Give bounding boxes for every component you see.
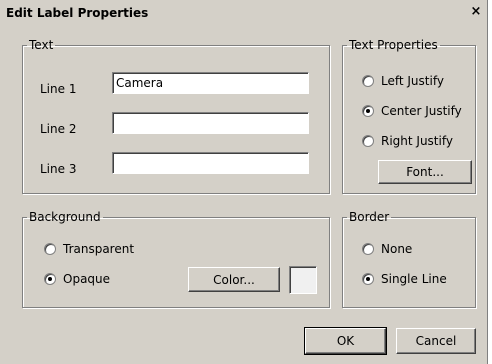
opaque-radio-button[interactable] — [44, 273, 56, 285]
single-line-radio[interactable]: Single Line — [362, 272, 447, 286]
color-button[interactable]: Color... — [188, 267, 280, 292]
background-legend: Background — [29, 210, 101, 224]
background-group: Background — [22, 210, 330, 308]
center-justify-radio-button[interactable] — [362, 105, 374, 117]
line2-label: Line 2 — [40, 122, 77, 136]
edit-label-dialog: Edit Label Properties × Text Line 1 Line… — [0, 0, 488, 364]
border-none-radio[interactable]: None — [362, 242, 412, 256]
center-justify-radio[interactable]: Center Justify — [362, 104, 462, 118]
ok-button[interactable]: OK — [304, 327, 387, 355]
left-justify-radio[interactable]: Left Justify — [362, 74, 444, 88]
line1-label: Line 1 — [40, 82, 77, 96]
transparent-label: Transparent — [63, 242, 135, 256]
right-justify-label: Right Justify — [381, 134, 453, 148]
transparent-radio-button[interactable] — [44, 243, 56, 255]
border-none-radio-button[interactable] — [362, 243, 374, 255]
text-group-legend: Text — [29, 38, 54, 52]
left-justify-radio-button[interactable] — [362, 75, 374, 87]
line2-input[interactable] — [112, 112, 309, 134]
single-line-label: Single Line — [381, 272, 447, 286]
font-button[interactable]: Font... — [378, 160, 472, 184]
cancel-button[interactable]: Cancel — [396, 328, 476, 354]
right-justify-radio-button[interactable] — [362, 135, 374, 147]
close-icon[interactable]: × — [469, 5, 483, 19]
opaque-radio[interactable]: Opaque — [44, 272, 110, 286]
opaque-label: Opaque — [63, 272, 111, 286]
color-swatch[interactable] — [289, 266, 317, 294]
dialog-title: Edit Label Properties — [6, 6, 149, 20]
right-justify-radio[interactable]: Right Justify — [362, 134, 453, 148]
border-none-label: None — [381, 242, 413, 256]
transparent-radio[interactable]: Transparent — [44, 242, 134, 256]
text-properties-legend: Text Properties — [349, 38, 438, 52]
center-justify-label: Center Justify — [381, 104, 462, 118]
title-bar: Edit Label Properties × — [0, 0, 487, 26]
border-group: Border — [342, 210, 476, 308]
line1-input[interactable] — [112, 72, 309, 94]
single-line-radio-button[interactable] — [362, 273, 374, 285]
left-justify-label: Left Justify — [381, 74, 444, 88]
line3-label: Line 3 — [40, 162, 77, 176]
line3-input[interactable] — [112, 152, 309, 174]
border-legend: Border — [349, 210, 390, 224]
